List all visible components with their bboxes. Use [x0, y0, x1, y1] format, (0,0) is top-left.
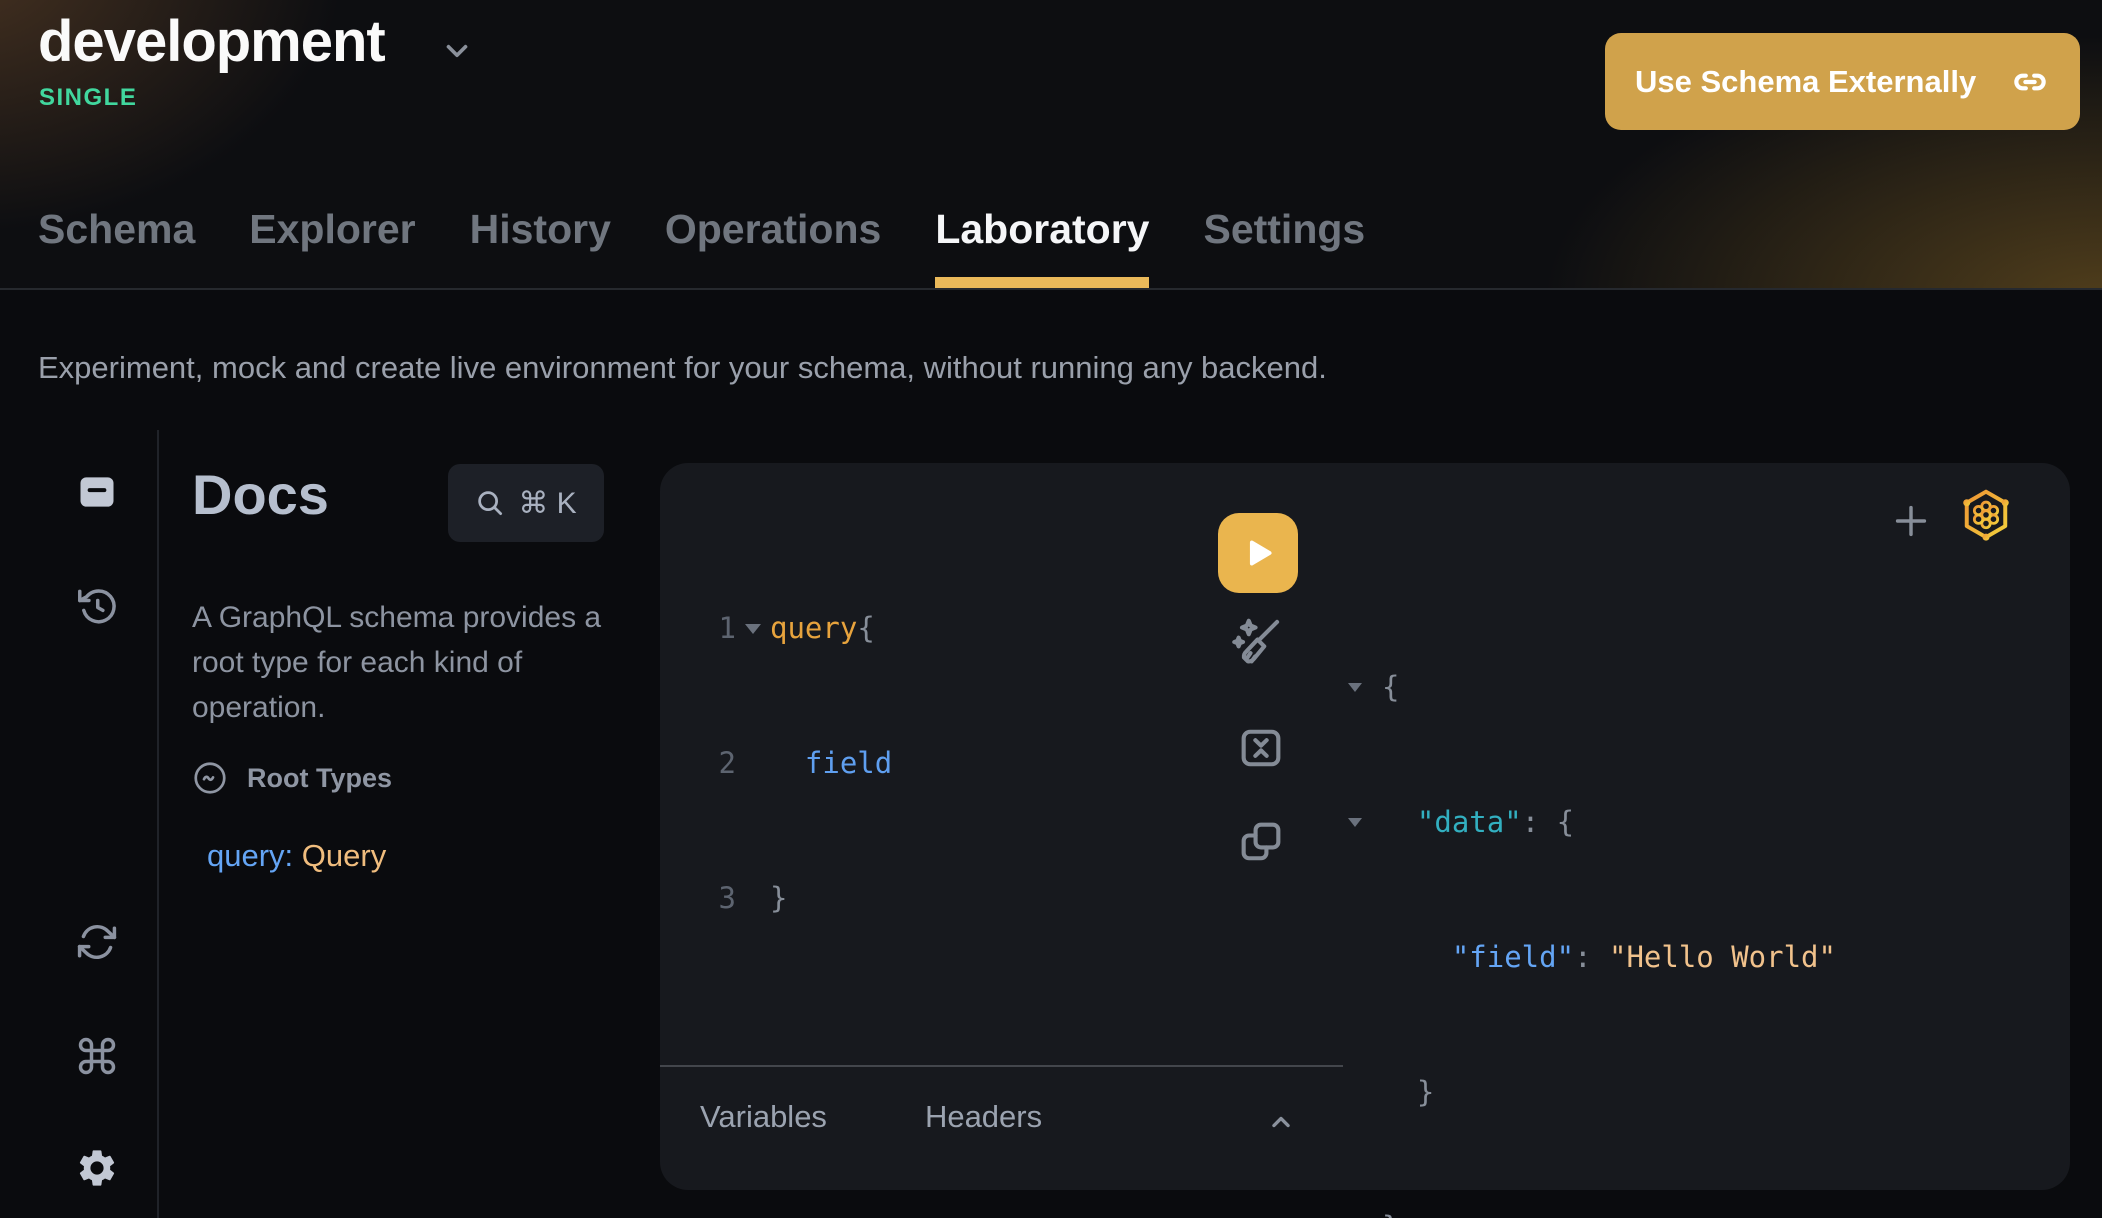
tab-variables[interactable]: Variables: [700, 1099, 827, 1135]
response-viewer: { "data": { "field": "Hello World" } }: [1348, 575, 1836, 1218]
hive-logo-icon[interactable]: [1958, 485, 2014, 545]
laboratory-page: development SINGLE Use Schema Externally…: [0, 0, 2102, 1218]
token-brace: }: [1417, 1075, 1434, 1109]
token-json-string: "Hello World": [1609, 940, 1836, 974]
query-editor[interactable]: 1 query{ 2 field 3 }: [706, 516, 892, 1011]
response-line-4: }: [1348, 1070, 1836, 1115]
token-indent: [770, 746, 805, 780]
tab-history[interactable]: History: [470, 206, 611, 288]
response-line-5: }: [1348, 1205, 1836, 1218]
root-field-query-link[interactable]: query: Query: [207, 838, 386, 874]
root-types-label: Root Types: [247, 763, 392, 794]
copy-query-button[interactable]: [1230, 811, 1292, 873]
settings-gear-icon[interactable]: [75, 1146, 119, 1190]
prettify-query-button[interactable]: [1226, 611, 1288, 673]
docs-description: A GraphQL schema provides a root type fo…: [192, 595, 624, 730]
fold-arrow-icon[interactable]: [736, 624, 770, 634]
merge-fragments-button[interactable]: [1230, 717, 1292, 779]
token-field: field: [805, 746, 892, 780]
response-line-2: "data": {: [1348, 800, 1836, 845]
root-types-icon: [192, 760, 228, 796]
editor-footer-divider: [660, 1065, 1343, 1067]
token-brace: }: [1382, 1205, 1399, 1218]
token-brace: {: [1382, 665, 1399, 710]
docs-search-button[interactable]: ⌘ K: [448, 464, 604, 542]
docs-icon[interactable]: [75, 470, 119, 514]
page-header: development SINGLE Use Schema Externally…: [0, 0, 2102, 290]
token-brace: {: [857, 611, 874, 645]
main-nav-tabs: Schema Explorer History Operations Labor…: [38, 206, 1365, 288]
tab-headers[interactable]: Headers: [925, 1099, 1042, 1135]
editor-line-3: 3 }: [706, 876, 892, 921]
fold-arrow-icon[interactable]: [1348, 683, 1382, 692]
editor-footer-tabs: Variables Headers: [700, 1099, 1042, 1135]
tab-explorer[interactable]: Explorer: [249, 206, 415, 288]
keyboard-shortcuts-icon[interactable]: [75, 1034, 119, 1078]
project-title: development: [38, 8, 385, 75]
search-icon: [475, 488, 505, 518]
root-types-section-header: Root Types: [192, 760, 392, 796]
token-brace: }: [770, 876, 787, 921]
search-shortcut-label: ⌘ K: [518, 486, 576, 521]
use-schema-externally-label: Use Schema Externally: [1635, 64, 1976, 100]
response-line-3: "field": "Hello World": [1348, 935, 1836, 980]
project-switcher-chevron-icon[interactable]: [440, 34, 474, 73]
token-json-key: "field": [1452, 940, 1574, 974]
line-number: 3: [706, 876, 736, 921]
tab-schema[interactable]: Schema: [38, 206, 195, 288]
editor-line-1: 1 query{: [706, 606, 892, 651]
docs-panel-title: Docs: [192, 462, 329, 527]
root-field-type: Query: [302, 838, 386, 873]
add-tab-button[interactable]: [1886, 496, 1936, 546]
reload-schema-icon[interactable]: [75, 920, 119, 964]
tab-settings[interactable]: Settings: [1203, 206, 1365, 288]
fold-arrow-icon[interactable]: [1348, 818, 1382, 827]
tab-operations[interactable]: Operations: [665, 206, 881, 288]
graphiql-panel: 1 query{ 2 field 3 }: [660, 463, 2070, 1190]
schema-mode-badge: SINGLE: [39, 84, 137, 112]
root-field-name: query: [207, 838, 285, 873]
execute-query-button[interactable]: [1218, 513, 1298, 593]
response-line-1: {: [1348, 665, 1836, 710]
use-schema-externally-button[interactable]: Use Schema Externally: [1605, 33, 2080, 130]
editor-line-2: 2 field: [706, 741, 892, 786]
root-field-separator: :: [285, 838, 302, 873]
tab-laboratory[interactable]: Laboratory: [935, 206, 1149, 288]
line-number: 2: [706, 741, 736, 786]
link-icon: [2010, 62, 2050, 102]
sidebar-divider: [157, 430, 159, 1218]
play-icon: [1236, 531, 1280, 575]
token-keyword: query: [770, 611, 857, 645]
page-subtitle: Experiment, mock and create live environ…: [38, 350, 1327, 386]
line-number: 1: [706, 606, 736, 651]
token-json-key: "data": [1417, 805, 1522, 839]
collapse-footer-chevron-icon[interactable]: [1264, 1105, 1298, 1139]
history-icon[interactable]: [75, 584, 119, 628]
